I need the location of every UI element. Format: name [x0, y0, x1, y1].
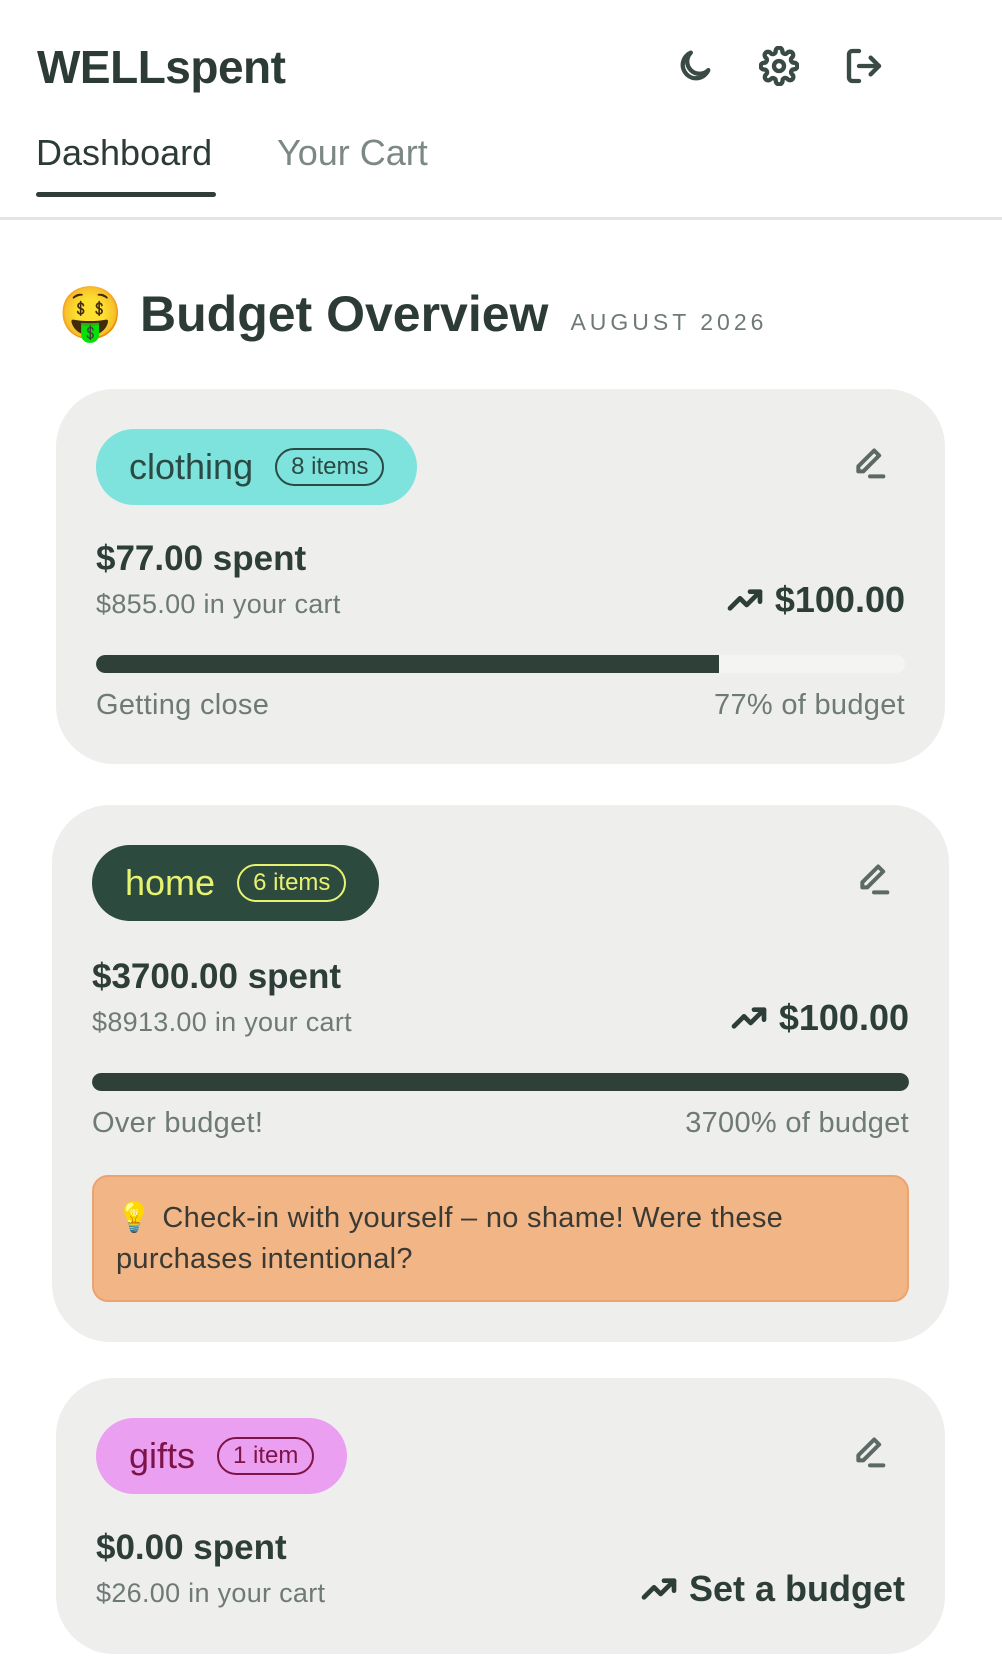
- in-cart-amount: $855.00 in your cart: [96, 589, 341, 619]
- budget-percent: 3700% of budget: [685, 1107, 909, 1139]
- category-card-home: home 6 items $3700.00 spent $8913.00 in …: [52, 805, 949, 1342]
- budget-amount[interactable]: $100.00: [729, 997, 909, 1039]
- budget-status: Getting close: [96, 689, 270, 721]
- trending-up-icon: [727, 589, 763, 611]
- money-face-emoji: 🤑: [58, 284, 123, 344]
- category-pill-gifts[interactable]: gifts 1 item: [96, 1418, 348, 1494]
- budget-progress-fill: [92, 1073, 909, 1091]
- active-tab-indicator: [36, 192, 216, 197]
- in-cart-amount: $8913.00 in your cart: [92, 1007, 352, 1037]
- section-title: Budget Overview: [140, 286, 549, 342]
- category-name: clothing: [129, 446, 254, 487]
- budget-progress-bar: [96, 655, 905, 673]
- gear-icon[interactable]: [757, 44, 801, 88]
- in-cart-amount: $26.00 in your cart: [96, 1578, 326, 1608]
- trending-up-icon: [641, 1578, 677, 1600]
- lightbulb-icon: 💡: [116, 1200, 153, 1234]
- budget-percent: 77% of budget: [714, 689, 905, 721]
- app-title: WELLspent: [37, 41, 286, 93]
- budget-progress-bar: [92, 1073, 909, 1091]
- budget-progress-fill: [96, 655, 719, 673]
- trending-up-icon: [731, 1007, 767, 1029]
- item-count-badge: 6 items: [237, 864, 347, 902]
- category-card-clothing: clothing 8 items $77.00 spent $855.00 in…: [56, 389, 945, 764]
- section-month: AUGUST 2026: [570, 308, 768, 335]
- budget-status: Over budget!: [92, 1107, 264, 1139]
- category-pill-home[interactable]: home 6 items: [92, 845, 380, 921]
- category-pill-clothing[interactable]: clothing 8 items: [96, 429, 418, 505]
- category-card-gifts: gifts 1 item $0.00 spent $26.00 in your …: [56, 1378, 945, 1654]
- item-count-badge: 1 item: [217, 1437, 315, 1475]
- spent-amount: $3700.00 spent: [92, 957, 342, 996]
- set-budget-button[interactable]: Set a budget: [639, 1568, 905, 1610]
- logout-icon[interactable]: [842, 44, 886, 88]
- category-name: gifts: [129, 1435, 196, 1476]
- spent-amount: $0.00 spent: [96, 1528, 287, 1567]
- edit-icon[interactable]: [850, 1432, 894, 1476]
- top-header: WELLspent Dashboard Your Cart: [0, 0, 1002, 220]
- moon-icon[interactable]: [673, 44, 717, 88]
- budget-amount[interactable]: $100.00: [725, 579, 905, 621]
- edit-icon[interactable]: [850, 443, 894, 487]
- category-name: home: [125, 862, 216, 903]
- edit-icon[interactable]: [854, 859, 898, 903]
- tab-dashboard[interactable]: Dashboard: [36, 132, 212, 174]
- budget-overview-heading: 🤑 Budget Overview AUGUST 2026: [58, 284, 767, 344]
- tip-text: Check-in with yourself – no shame! Were …: [116, 1202, 784, 1275]
- spent-amount: $77.00 spent: [96, 539, 307, 578]
- item-count-badge: 8 items: [275, 448, 385, 486]
- tab-your-cart[interactable]: Your Cart: [277, 132, 428, 174]
- check-in-tip: 💡 Check-in with yourself – no shame! Were…: [92, 1175, 909, 1302]
